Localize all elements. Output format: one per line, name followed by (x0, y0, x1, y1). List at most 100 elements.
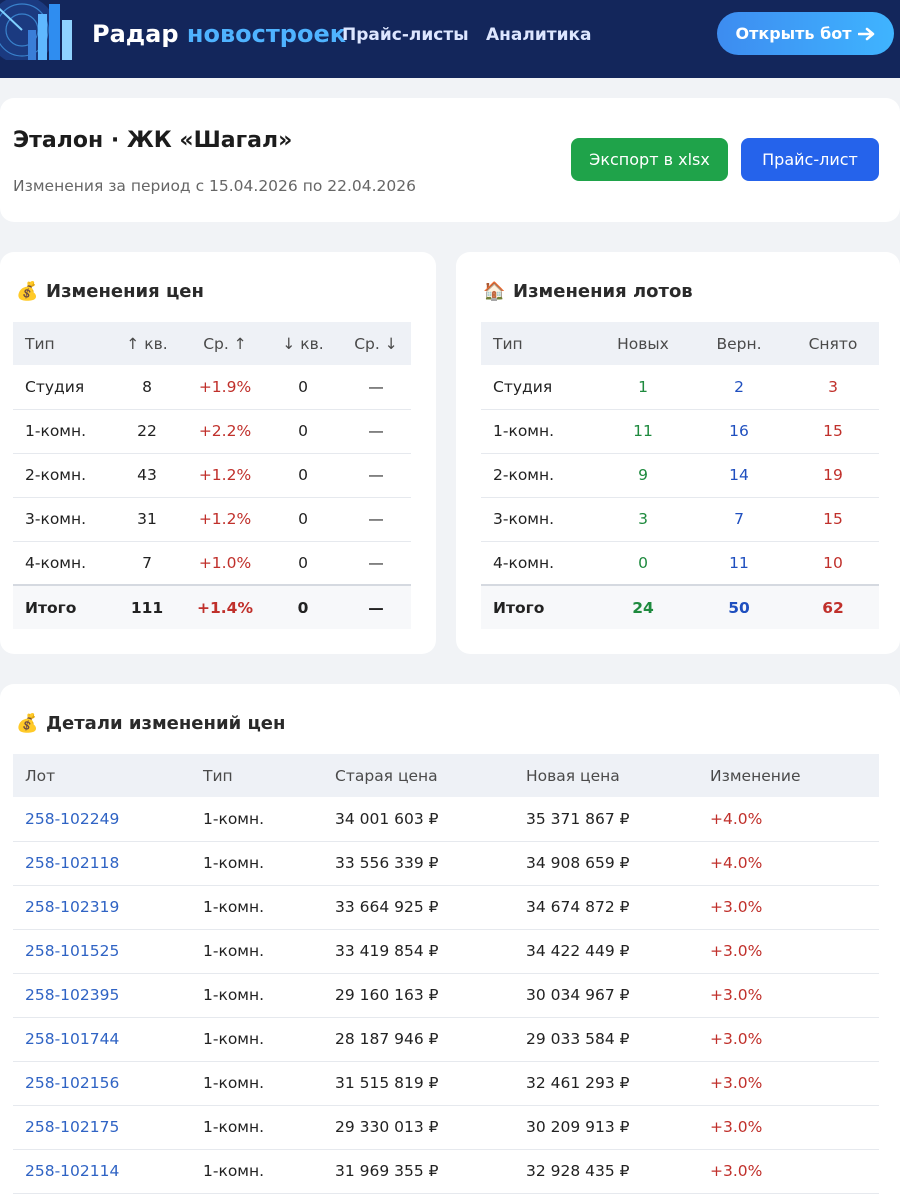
type-cell: 1-комн. (191, 973, 323, 1018)
change-cell: +3.0% (698, 1105, 879, 1150)
removed-count-cell: 10 (787, 541, 879, 586)
returned-count-cell: 14 (691, 453, 787, 498)
up-count-cell: 7 (109, 541, 185, 586)
old-price-cell: 33 419 854 ₽ (323, 929, 514, 974)
lot-link[interactable]: 258-101525 (13, 929, 191, 974)
change-cell: +4.0% (698, 797, 879, 842)
house-icon: 🏠 (483, 281, 506, 302)
avg-down-cell: — (341, 584, 411, 629)
table-row: 258-101744 1-комн. 28 187 946 ₽29 033 584 … (13, 1017, 879, 1062)
table-row: 2-комн. 9 14 19 (481, 453, 879, 498)
column-header: Новая цена (514, 754, 698, 797)
complex-header-card: Эталон · ЖК «Шагал» Изменения за период … (0, 98, 900, 222)
lot-link[interactable]: 258-102175 (13, 1105, 191, 1150)
old-price-cell: 33 664 925 ₽ (323, 885, 514, 930)
removed-count-cell: 15 (787, 497, 879, 542)
new-price-cell: 32 461 293 ₽ (514, 1061, 698, 1106)
up-count-cell: 31 (109, 497, 185, 542)
new-price-cell: 34 674 872 ₽ (514, 885, 698, 930)
column-header: Тип (13, 322, 109, 365)
open-bot-button[interactable]: Открыть бот (717, 12, 894, 55)
radar-logo-icon[interactable] (0, 0, 78, 60)
column-header: ↑ кв. (109, 322, 185, 365)
column-header: Старая цена (323, 754, 514, 797)
arrow-right-icon (857, 27, 874, 40)
price-changes-table: Тип ↑ кв. Ср. ↑ ↓ кв. Ср. ↓ Студия 8 +1.9%… (13, 322, 411, 629)
old-price-cell: 31 969 355 ₽ (323, 1149, 514, 1194)
change-cell: +3.0% (698, 1017, 879, 1062)
avg-up-cell: +1.4% (185, 584, 265, 629)
removed-count-cell: 3 (787, 365, 879, 410)
table-row: 258-102118 1-комн. 33 556 339 ₽34 908 659 … (13, 841, 879, 886)
type-cell: 1-комн. (191, 797, 323, 842)
export-xlsx-button[interactable]: Экспорт в xlsx (571, 138, 728, 181)
returned-count-cell: 50 (691, 584, 787, 629)
old-price-cell: 31 515 819 ₽ (323, 1061, 514, 1106)
column-header: Ср. ↑ (185, 322, 265, 365)
column-header: ↓ кв. (265, 322, 341, 365)
type-cell: 1-комн. (481, 409, 595, 454)
lot-link[interactable]: 258-102319 (13, 885, 191, 930)
avg-down-cell: — (341, 453, 411, 498)
column-header: Изменение (698, 754, 879, 797)
returned-count-cell: 2 (691, 365, 787, 410)
type-cell: 1-комн. (191, 841, 323, 886)
new-price-cell: 35 371 867 ₽ (514, 797, 698, 842)
page-title: Эталон · ЖК «Шагал» (13, 128, 293, 153)
avg-down-cell: — (341, 409, 411, 454)
change-cell: +4.0% (698, 841, 879, 886)
old-price-cell: 34 001 603 ₽ (323, 797, 514, 842)
change-cell: +3.0% (698, 1061, 879, 1106)
price-details-title: Детали изменений цен (46, 713, 286, 734)
nav-link-price-lists[interactable]: Прайс-листы (342, 25, 469, 45)
removed-count-cell: 15 (787, 409, 879, 454)
old-price-cell: 29 160 163 ₽ (323, 973, 514, 1018)
lot-link[interactable]: 258-101744 (13, 1017, 191, 1062)
money-bag-icon: 💰 (16, 713, 39, 734)
table-row: Студия 8 +1.9% 0— (13, 365, 411, 410)
nav-link-analytics[interactable]: Аналитика (486, 25, 592, 45)
new-count-cell: 24 (595, 584, 691, 629)
type-cell: 1-комн. (13, 409, 109, 454)
table-header-row: Тип ↑ кв. Ср. ↑ ↓ кв. Ср. ↓ (13, 322, 411, 365)
column-header: Новых (595, 322, 691, 365)
lot-link[interactable]: 258-102395 (13, 973, 191, 1018)
down-count-cell: 0 (265, 541, 341, 586)
avg-down-cell: — (341, 497, 411, 542)
lot-link[interactable]: 258-102156 (13, 1061, 191, 1106)
change-cell: +3.0% (698, 885, 879, 930)
price-details-table: Лот Тип Старая цена Новая цена Изменение… (13, 754, 879, 1194)
down-count-cell: 0 (265, 497, 341, 542)
brand-name[interactable]: Радар новостроек (92, 20, 346, 48)
avg-down-cell: — (341, 541, 411, 586)
lot-link[interactable]: 258-102114 (13, 1149, 191, 1194)
table-row: 258-102114 1-комн. 31 969 355 ₽32 928 435 … (13, 1149, 879, 1194)
type-cell: 3-комн. (481, 497, 595, 542)
table-row: 258-102156 1-комн. 31 515 819 ₽32 461 293 … (13, 1061, 879, 1106)
new-price-cell: 29 033 584 ₽ (514, 1017, 698, 1062)
returned-count-cell: 7 (691, 497, 787, 542)
price-details-heading: 💰 Детали изменений цен (16, 713, 285, 734)
new-price-cell: 34 908 659 ₽ (514, 841, 698, 886)
old-price-cell: 29 330 013 ₽ (323, 1105, 514, 1150)
lot-link[interactable]: 258-102249 (13, 797, 191, 842)
type-cell: 2-комн. (481, 453, 595, 498)
brand-name-part1: Радар (92, 20, 179, 48)
avg-up-cell: +1.2% (185, 497, 265, 542)
open-bot-label: Открыть бот (735, 24, 852, 43)
new-price-cell: 30 209 913 ₽ (514, 1105, 698, 1150)
table-row: 3-комн. 3 7 15 (481, 497, 879, 542)
table-row: 4-комн. 7 +1.0% 0— (13, 541, 411, 586)
new-price-cell: 30 034 967 ₽ (514, 973, 698, 1018)
removed-count-cell: 62 (787, 584, 879, 629)
avg-up-cell: +1.0% (185, 541, 265, 586)
lot-link[interactable]: 258-102118 (13, 841, 191, 886)
new-price-cell: 34 422 449 ₽ (514, 929, 698, 974)
table-row: 1-комн. 22 +2.2% 0— (13, 409, 411, 454)
old-price-cell: 28 187 946 ₽ (323, 1017, 514, 1062)
type-cell: Студия (13, 365, 109, 410)
type-cell: 1-комн. (191, 929, 323, 974)
price-list-button[interactable]: Прайс-лист (741, 138, 879, 181)
new-count-cell: 0 (595, 541, 691, 586)
table-row: 4-комн. 0 11 10 (481, 541, 879, 586)
